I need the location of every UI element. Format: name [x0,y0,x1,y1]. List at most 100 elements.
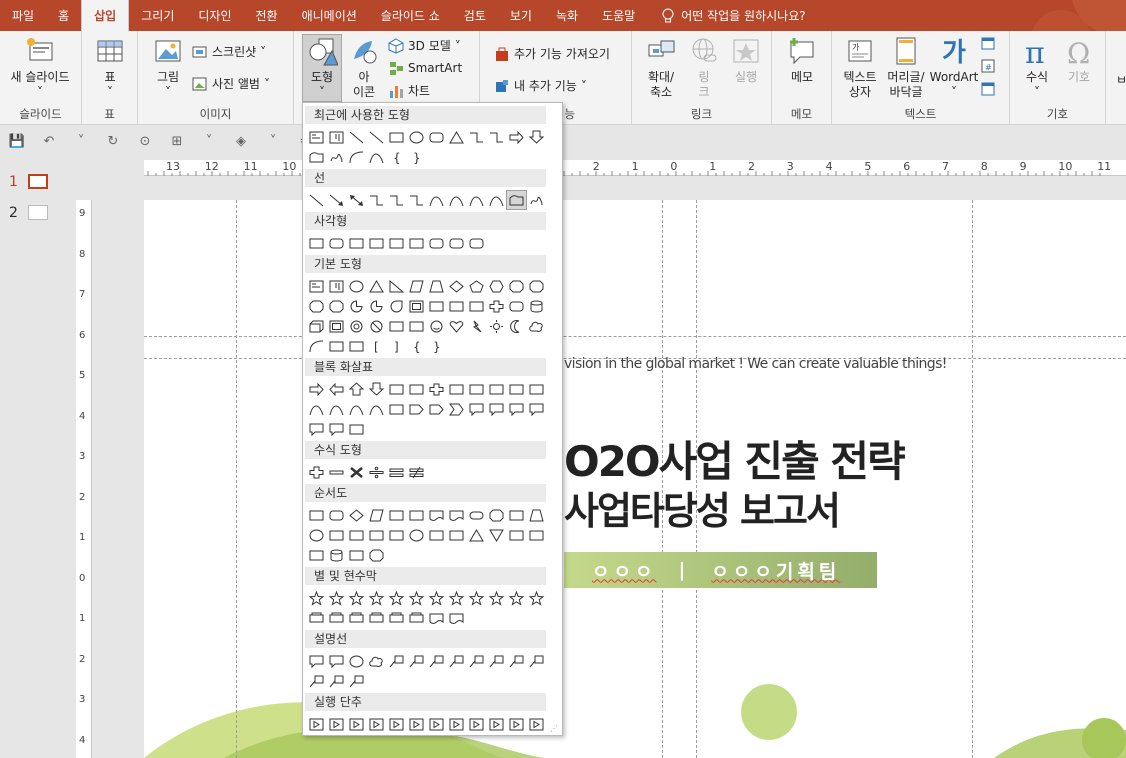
shape-round2-icon[interactable] [447,234,466,252]
shape-freeform-icon[interactable] [307,148,326,166]
shape-ab-home-icon[interactable] [387,715,406,733]
tell-me-search[interactable]: 어떤 작업을 원하시나요? [647,0,806,31]
shape-pentagon-arrow-icon[interactable] [427,400,446,418]
shape-snip1-icon[interactable] [347,234,366,252]
shape-line-c9-icon[interactable] [307,672,326,690]
shape-math-div-icon[interactable] [367,463,386,481]
shape-teardrop-icon[interactable] [387,297,406,315]
shape-lr-callout-icon[interactable] [307,420,326,438]
shape-snip-round-icon[interactable] [407,234,426,252]
shape-line-c11-icon[interactable] [347,672,366,690]
shape-curved-l-icon[interactable] [327,400,346,418]
shape-lru-arrow-icon[interactable] [447,380,466,398]
shape-ab-end-icon[interactable] [367,715,386,733]
comment-button[interactable]: 메모 [784,35,820,85]
shape-u-callout-icon[interactable] [527,400,546,418]
shape-trapezoid-icon[interactable] [427,277,446,295]
shape-curved-r-icon[interactable] [307,400,326,418]
shape-moon-icon[interactable] [507,317,526,335]
shape-rbrace-icon[interactable]: } [407,148,426,166]
shape-lbracket-icon[interactable]: [ [367,337,386,355]
shape-curved-arrow-icon[interactable] [447,191,466,209]
shape-snip2-icon[interactable] [367,234,386,252]
shape-fc-manualop-icon[interactable] [527,506,546,524]
shape-plaque-icon[interactable] [507,297,526,315]
shape-oval-icon[interactable] [407,128,426,146]
shape-ab-doc-icon[interactable] [467,715,486,733]
shape-lshape-icon[interactable] [447,297,466,315]
guide-horizontal[interactable] [144,336,1126,337]
shape-math-minus-icon[interactable] [327,463,346,481]
object-button[interactable] [980,81,996,97]
shape-line-c4-icon[interactable] [447,652,466,670]
shape-frame-icon[interactable] [407,297,426,315]
qat-item-5[interactable]: ⊞ [164,131,190,151]
shape-star5-icon[interactable] [367,589,386,607]
shape-star32-icon[interactable] [527,589,546,607]
shape-ab-begin-icon[interactable] [347,715,366,733]
shape-cloud-icon[interactable] [527,317,546,335]
shape-blockarc-icon[interactable] [387,317,406,335]
shape-chord-icon[interactable] [367,297,386,315]
shape-ab-fwd-icon[interactable] [327,715,346,733]
tab-0[interactable]: 파일 [0,0,46,31]
shape-pentagon-icon[interactable] [467,277,486,295]
shape-quad-callout-icon[interactable] [327,420,346,438]
ribbon-overflow[interactable]: ㅂ [1116,71,1126,88]
qat-item-6[interactable]: ˅ [196,131,222,151]
shape-foldedcorner-icon[interactable] [407,317,426,335]
shape-ribbon-up-icon[interactable] [307,609,326,627]
tab-4[interactable]: 디자인 [186,0,243,31]
shape-curve-icon[interactable] [367,148,386,166]
qat-item-3[interactable]: ↻ [100,131,126,151]
shape-ribbon-cd-icon[interactable] [367,609,386,627]
shape-elbow-arrow-icon[interactable] [487,128,506,146]
link-button[interactable]: 링 크 [686,35,722,100]
shape-ab-back-icon[interactable] [307,715,326,733]
shape-bevel-icon[interactable] [327,317,346,335]
table-button[interactable]: 표 ˅ [92,35,128,100]
shape-callout-oval-icon[interactable] [347,652,366,670]
shapes-button[interactable]: 도형 ˅ [302,34,342,102]
shape-fc-conn-icon[interactable] [307,526,326,544]
shape-elbow-icon[interactable] [467,128,486,146]
tab-7[interactable]: 슬라이드 쇼 [369,0,452,31]
qat-item-1[interactable]: ↶ [36,131,62,151]
shape-hexagon-icon[interactable] [487,277,506,295]
shape-fc-decision-icon[interactable] [347,506,366,524]
shape-star12-icon[interactable] [467,589,486,607]
chart-button[interactable]: 차트 [388,82,430,99]
shape-right-arrow-icon[interactable] [507,128,526,146]
shape-pie-icon[interactable] [347,297,366,315]
shape-math-plus-icon[interactable] [307,463,326,481]
shape-fc-delay-icon[interactable] [527,526,546,544]
shape-star16-icon[interactable] [487,589,506,607]
shape-arrow-icon[interactable] [327,191,346,209]
shape-arc-icon[interactable] [307,337,326,355]
shape-plus-icon[interactable] [487,297,506,315]
shape-lightning-icon[interactable] [467,317,486,335]
shape-fc-tape-icon[interactable] [367,526,386,544]
shape-arc-icon[interactable] [347,148,366,166]
shape-chevron-icon[interactable] [447,400,466,418]
shape-left-arrow-icon[interactable] [327,380,346,398]
shape-line-c6-icon[interactable] [487,652,506,670]
shape-star6-icon[interactable] [387,589,406,607]
shape-fc-doc-icon[interactable] [427,506,446,524]
shape-fc-merge-icon[interactable] [487,526,506,544]
shape-bent-arrow-icon[interactable] [467,380,486,398]
shape-nosymbol-icon[interactable] [367,317,386,335]
qat-item-4[interactable]: ⊙ [132,131,158,151]
shape-math-neq-icon[interactable] [407,463,426,481]
shape-wave-icon[interactable] [427,609,446,627]
shape-round-diag-icon[interactable] [467,234,486,252]
get-addins-button[interactable]: 추가 기능 가져오기 [494,45,610,62]
new-slide-button[interactable]: 새 슬라이드 ˅ [4,35,76,100]
shape-heart-icon[interactable] [447,317,466,335]
shape-line-c7-icon[interactable] [507,652,526,670]
shape-rrect-icon[interactable] [427,128,446,146]
shape-lr-arrow-icon[interactable] [387,380,406,398]
shape-rect-icon[interactable] [307,234,326,252]
team-band[interactable]: ㅇㅇㅇ | ㅇㅇㅇ기획팀 [564,552,877,588]
shape-ab-movie-icon[interactable] [447,715,466,733]
